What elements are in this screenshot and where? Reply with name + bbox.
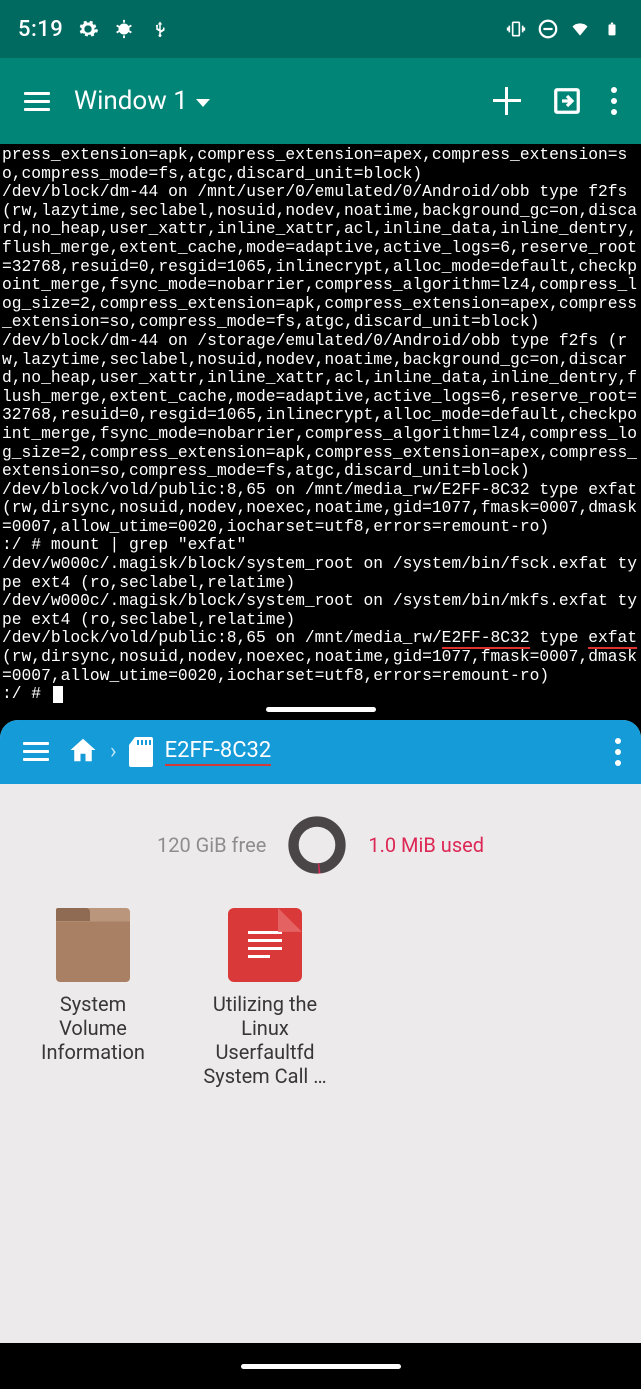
window-selector[interactable]: Window 1 [74,86,210,116]
bug-icon [113,18,135,40]
gear-icon [77,18,99,40]
terminal-appbar: Window 1 [0,58,641,144]
breadcrumb: › E2FF-8C32 [68,735,271,769]
fm-menu-button[interactable] [14,730,58,774]
gesture-pill[interactable] [241,1364,401,1369]
status-bar: 5:19 [0,0,641,58]
menu-button[interactable] [12,76,62,126]
storage-donut-icon [286,814,348,876]
file-grid: System Volume Information Utilizing the … [0,900,641,1096]
clock: 5:19 [18,17,63,42]
wifi-icon [569,18,591,40]
free-space-label: 120 GiB free [157,833,266,857]
import-button[interactable] [551,85,583,117]
storage-summary: 120 GiB free 1.0 MiB used [0,784,641,900]
file-manager-toolbar: › E2FF-8C32 [0,720,641,784]
usb-icon [149,18,171,40]
battery-icon [601,18,623,40]
chevron-down-icon [196,99,210,107]
folder-item[interactable]: System Volume Information [28,908,158,1088]
item-label: System Volume Information [28,992,158,1064]
new-session-button[interactable] [491,85,523,117]
fm-more-options-button[interactable] [615,738,627,766]
vibrate-icon [505,18,527,40]
home-icon[interactable] [68,735,98,769]
item-label: Utilizing the Linux Userfaultfd System C… [200,992,330,1088]
navigation-bar [0,1343,641,1389]
folder-icon [56,908,130,982]
split-handle[interactable] [266,707,376,712]
file-item[interactable]: Utilizing the Linux Userfaultfd System C… [200,908,330,1088]
file-manager-pane: › E2FF-8C32 120 GiB free 1.0 MiB used Sy… [0,720,641,1343]
more-options-button[interactable] [611,87,617,115]
used-space-label: 1.0 MiB used [368,833,484,857]
terminal-pane[interactable]: press_extension=apk,compress_extension=a… [0,144,641,714]
chevron-right-icon: › [110,739,117,764]
document-icon [228,908,302,982]
current-location[interactable]: E2FF-8C32 [165,738,272,766]
terminal-output: press_extension=apk,compress_extension=a… [0,144,641,714]
dnd-icon [537,18,559,40]
sdcard-icon[interactable] [129,737,153,767]
window-title: Window 1 [74,86,188,116]
terminal-cursor [53,686,63,703]
